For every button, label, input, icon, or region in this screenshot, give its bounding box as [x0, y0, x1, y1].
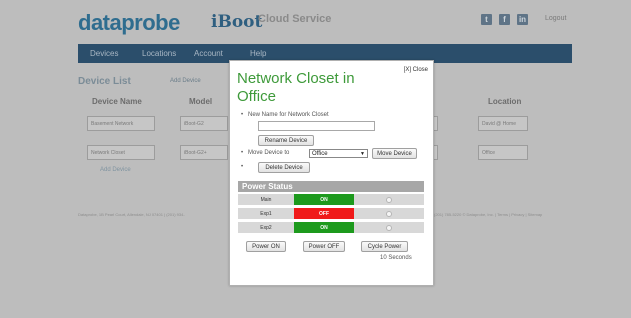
- nav-account[interactable]: Account: [194, 49, 223, 58]
- column-location: Location: [488, 97, 522, 106]
- twitter-icon[interactable]: t: [481, 14, 492, 25]
- outlet-name: Exp1: [238, 208, 294, 220]
- outlet-row: Exp2 ON: [238, 222, 424, 234]
- device-name-cell[interactable]: Network Closet: [87, 145, 155, 160]
- move-selected-value: Office: [312, 151, 328, 157]
- outlet-state: ON: [294, 194, 354, 206]
- iboot-logo: iBoot: [211, 12, 263, 32]
- add-device-link[interactable]: Add Device: [170, 78, 201, 84]
- nav-devices[interactable]: Devices: [90, 49, 118, 58]
- footer-links[interactable]: (201) 785-5220 © Dataprobe, Inc. | Terms…: [434, 212, 542, 217]
- chevron-down-icon: ▼: [360, 151, 365, 157]
- move-location-select[interactable]: Office ▼: [309, 149, 368, 158]
- delete-device-button[interactable]: Delete Device: [258, 162, 310, 173]
- logout-link[interactable]: Logout: [545, 15, 566, 22]
- add-device-bottom-link[interactable]: Add Device: [100, 167, 131, 173]
- device-model-cell: iBoot-G2: [180, 116, 228, 131]
- power-on-button[interactable]: Power ON: [246, 241, 286, 252]
- rename-device-button[interactable]: Rename Device: [258, 135, 314, 146]
- radio-button[interactable]: [386, 225, 392, 231]
- rename-label: New Name for Network Closet: [241, 112, 329, 118]
- close-button[interactable]: [X] Close: [404, 67, 428, 73]
- column-device-name: Device Name: [92, 97, 142, 106]
- nav-help[interactable]: Help: [250, 49, 266, 58]
- cycle-duration: 10 Seconds: [380, 255, 412, 261]
- device-location-cell: Office: [478, 145, 528, 160]
- move-device-button[interactable]: Move Device: [372, 148, 417, 159]
- move-label: Move Device to: [241, 150, 289, 156]
- device-model-cell: iBoot-G2+: [180, 145, 228, 160]
- outlet-select: [354, 222, 424, 234]
- radio-button[interactable]: [386, 197, 392, 203]
- outlet-state: ON: [294, 222, 354, 234]
- device-location-cell: David @ Home: [478, 116, 528, 131]
- modal-title: Network Closet in Office: [237, 70, 355, 105]
- facebook-icon[interactable]: f: [499, 14, 510, 25]
- outlet-name: Exp2: [238, 222, 294, 234]
- device-modal: [X] Close Network Closet in Office New N…: [229, 60, 434, 286]
- device-name-cell[interactable]: Basement Network: [87, 116, 155, 131]
- footer-address: Dataprobe, 1B Pearl Court, Allendale, NJ…: [78, 212, 185, 217]
- dataprobe-logo[interactable]: dataprobe: [78, 10, 180, 36]
- linkedin-icon[interactable]: in: [517, 14, 528, 25]
- outlet-name: Main: [238, 194, 294, 206]
- radio-button[interactable]: [386, 211, 392, 217]
- rename-input[interactable]: [258, 121, 375, 131]
- outlet-state: OFF: [294, 208, 354, 220]
- cloud-service-label: Cloud Service: [258, 13, 332, 25]
- power-off-button[interactable]: Power OFF: [303, 241, 345, 252]
- outlet-select: [354, 194, 424, 206]
- outlet-select: [354, 208, 424, 220]
- outlet-row: Exp1 OFF: [238, 208, 424, 220]
- nav-locations[interactable]: Locations: [142, 49, 176, 58]
- cycle-power-button[interactable]: Cycle Power: [361, 241, 408, 252]
- column-model: Model: [189, 97, 213, 106]
- device-list-title: Device List: [78, 76, 131, 87]
- outlet-row: Main ON: [238, 194, 424, 206]
- power-status-header: Power Status: [238, 181, 424, 192]
